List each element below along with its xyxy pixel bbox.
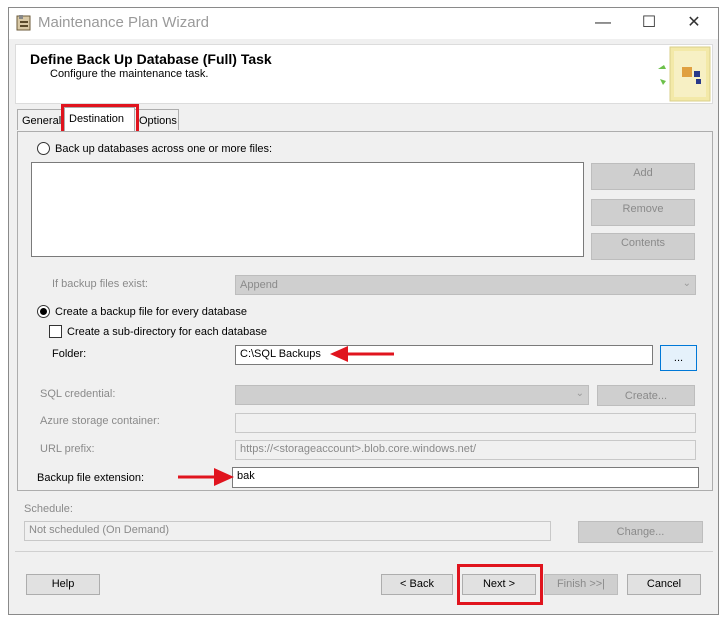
across-files-label: Back up databases across one or more fil… xyxy=(55,143,273,155)
if-exist-label: If backup files exist: xyxy=(52,278,148,290)
change-schedule-button[interactable]: Change... xyxy=(578,521,703,543)
footer-divider xyxy=(15,551,713,552)
window-title: Maintenance Plan Wizard xyxy=(38,14,209,31)
subdir-label: Create a sub-directory for each database xyxy=(67,326,267,338)
extension-annotation-arrow-icon xyxy=(178,468,234,486)
tab-destination[interactable]: Destination xyxy=(64,107,135,131)
next-highlight-box xyxy=(457,564,543,605)
page-subtitle: Configure the maintenance task. xyxy=(50,68,209,80)
credential-label: SQL credential: xyxy=(40,388,116,400)
credential-select[interactable]: ⌄ xyxy=(235,385,589,405)
browse-button[interactable]: ... xyxy=(660,345,697,371)
schedule-label: Schedule: xyxy=(24,503,73,515)
maximize-icon[interactable]: ☐ xyxy=(637,12,661,34)
cancel-button[interactable]: Cancel xyxy=(627,574,701,595)
app-icon xyxy=(16,15,31,31)
remove-button[interactable]: Remove xyxy=(591,199,695,226)
close-icon[interactable]: ✕ xyxy=(682,12,706,34)
back-button[interactable]: < Back xyxy=(381,574,453,595)
finish-button[interactable]: Finish >>| xyxy=(544,574,618,595)
folder-label: Folder: xyxy=(52,348,87,360)
create-credential-button[interactable]: Create... xyxy=(597,385,695,406)
wizard-graphic-icon xyxy=(658,46,711,102)
tab-general[interactable]: General xyxy=(17,109,65,130)
chevron-down-icon: ⌄ xyxy=(682,278,691,289)
url-prefix-label: URL prefix: xyxy=(40,443,95,455)
tab-options[interactable]: Options xyxy=(134,109,179,130)
help-button[interactable]: Help xyxy=(26,574,100,595)
azure-container-label: Azure storage container: xyxy=(40,415,160,427)
url-prefix-input[interactable]: https://<storageaccount>.blob.core.windo… xyxy=(235,440,696,460)
extension-label: Backup file extension: xyxy=(37,472,145,484)
create-per-db-radio[interactable] xyxy=(37,305,50,318)
extension-input[interactable]: bak xyxy=(232,467,699,488)
add-button[interactable]: Add xyxy=(591,163,695,190)
azure-container-input[interactable] xyxy=(235,413,696,433)
subdir-checkbox[interactable] xyxy=(49,325,62,338)
page-title: Define Back Up Database (Full) Task xyxy=(30,51,272,67)
backup-files-list[interactable] xyxy=(31,162,584,257)
folder-annotation-arrow-icon xyxy=(330,346,394,362)
create-per-db-label: Create a backup file for every database xyxy=(55,306,248,318)
minimize-icon[interactable]: — xyxy=(591,12,615,34)
if-exist-select[interactable]: Append ⌄ xyxy=(235,275,696,295)
chevron-down-icon: ⌄ xyxy=(575,388,584,399)
folder-input[interactable]: C:\SQL Backups xyxy=(235,345,653,365)
schedule-input: Not scheduled (On Demand) xyxy=(24,521,551,541)
contents-button[interactable]: Contents xyxy=(591,233,695,260)
across-files-radio[interactable] xyxy=(37,142,50,155)
